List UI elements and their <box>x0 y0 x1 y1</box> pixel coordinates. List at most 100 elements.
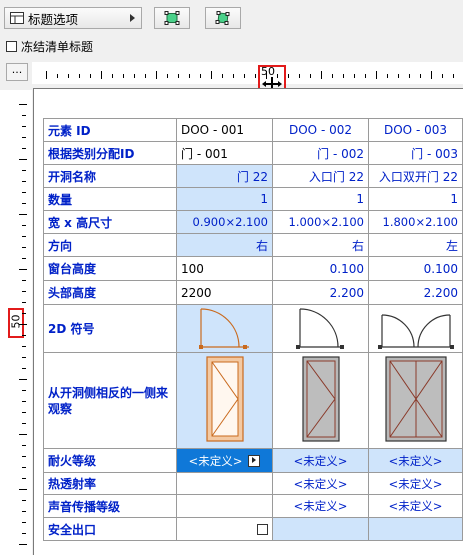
ruler-tick <box>22 390 26 391</box>
header-size: 宽 x 高尺寸 <box>43 210 177 234</box>
more-options-button[interactable]: ... <box>6 63 28 81</box>
ruler-tick <box>112 74 113 78</box>
cell-acoustic-2[interactable]: <未定义> <box>272 494 369 518</box>
cell-quantity-2[interactable]: 1 <box>272 187 369 211</box>
schedule-table: 元素 ID DOO - 001 DOO - 002 DOO - 003 根据类别… <box>43 118 463 541</box>
cell-by-category-id-3[interactable]: 门 - 003 <box>368 141 463 165</box>
ruler-tick <box>22 401 26 402</box>
table-row: 数量 1 1 1 <box>43 187 463 211</box>
freeze-headers-checkbox[interactable] <box>6 41 17 52</box>
ruler-tick <box>22 148 26 149</box>
ruler-tick <box>46 71 47 79</box>
ruler-tick <box>22 258 26 259</box>
ruler-tick <box>398 74 399 78</box>
table-header-icon <box>10 12 24 24</box>
cell-head-2[interactable]: 2.200 <box>272 280 369 305</box>
ruler-tick <box>22 368 26 369</box>
header-opening-name: 开洞名称 <box>43 164 177 188</box>
ruler-tick <box>68 74 69 78</box>
cell-thermal-3[interactable]: <未定义> <box>368 472 463 495</box>
cell-fire-1[interactable]: <未定义> <box>176 448 273 473</box>
cell-by-category-id-2[interactable]: 门 - 002 <box>272 141 369 165</box>
title-options-dropdown[interactable]: 标题选项 <box>4 7 142 29</box>
selection-frame-icon <box>164 11 180 25</box>
cell-head-3[interactable]: 2.200 <box>368 280 463 305</box>
cell-direction-2[interactable]: 右 <box>272 233 369 257</box>
cell-quantity-3[interactable]: 1 <box>368 187 463 211</box>
cell-fire-2[interactable]: <未定义> <box>272 448 369 473</box>
header-thermal: 热透射率 <box>43 472 177 495</box>
cell-elevation-1[interactable] <box>176 352 273 449</box>
emergency-exit-checkbox[interactable] <box>257 524 268 535</box>
cell-acoustic-3[interactable]: <未定义> <box>368 494 463 518</box>
table-row: 头部高度 2200 2.200 2.200 <box>43 280 463 305</box>
cell-thermal-2[interactable]: <未定义> <box>272 472 369 495</box>
ruler-tick <box>409 74 410 78</box>
dropdown-arrow-icon <box>130 14 135 22</box>
ruler-tick <box>22 346 26 347</box>
ruler-tick <box>19 104 27 105</box>
ruler-tick <box>22 225 26 226</box>
cell-size-3[interactable]: 1.800×2.100 <box>368 210 463 234</box>
cell-size-1[interactable]: 0.900×2.100 <box>176 210 273 234</box>
cell-2d-symbol-2[interactable] <box>272 304 369 353</box>
edit-shape-button[interactable] <box>205 7 241 29</box>
cell-head-1[interactable]: 2200 <box>176 280 273 305</box>
ruler-tick <box>277 74 278 78</box>
ruler-tick <box>211 71 212 79</box>
cell-element-id-2[interactable]: DOO - 002 <box>272 118 369 142</box>
ruler-tick <box>90 74 91 78</box>
cell-thermal-1[interactable] <box>176 472 273 495</box>
ruler-tick <box>299 74 300 78</box>
freeze-headers-row[interactable]: 冻结清单标题 <box>6 38 93 55</box>
fit-selection-button[interactable] <box>154 7 190 29</box>
cell-exit-1[interactable] <box>176 517 273 541</box>
cell-exit-2[interactable] <box>272 517 369 541</box>
ruler-tick <box>156 71 157 79</box>
cell-acoustic-1[interactable] <box>176 494 273 518</box>
cell-fire-3[interactable]: <未定义> <box>368 448 463 473</box>
cell-sill-2[interactable]: 0.100 <box>272 256 369 281</box>
cell-opening-name-1[interactable]: 门 22 <box>176 164 273 188</box>
ruler-tick <box>57 74 58 78</box>
ruler-tick <box>442 74 443 78</box>
cell-size-2[interactable]: 1.000×2.100 <box>272 210 369 234</box>
cell-opening-name-2[interactable]: 入口门 22 <box>272 164 369 188</box>
polygon-edit-icon <box>215 11 230 25</box>
cell-quantity-1[interactable]: 1 <box>176 187 273 211</box>
ruler-tick <box>310 74 311 78</box>
cell-element-id-1[interactable]: DOO - 001 <box>176 118 273 142</box>
double-door-elevation-icon <box>384 356 447 442</box>
ruler-tick <box>321 71 322 79</box>
cell-2d-symbol-1[interactable] <box>176 304 273 353</box>
vertical-ruler[interactable]: 50 <box>0 90 32 555</box>
ruler-tick <box>123 74 124 78</box>
cell-elevation-3[interactable] <box>368 352 463 449</box>
ruler-tick <box>178 74 179 78</box>
cell-opening-name-3[interactable]: 入口双开门 22 <box>368 164 463 188</box>
horizontal-ruler[interactable]: 50 <box>32 62 463 94</box>
cell-2d-symbol-3[interactable] <box>368 304 463 353</box>
cell-sill-1[interactable]: 100 <box>176 256 273 281</box>
ruler-tick <box>22 126 26 127</box>
ruler-tick <box>22 181 26 182</box>
cell-direction-3[interactable]: 左 <box>368 233 463 257</box>
ruler-tick <box>22 533 26 534</box>
dropdown-arrow-icon[interactable] <box>248 455 261 467</box>
cell-by-category-id-1[interactable]: 门 - 001 <box>176 141 273 165</box>
ruler-tick <box>19 269 27 270</box>
cell-sill-3[interactable]: 0.100 <box>368 256 463 281</box>
freeze-headers-label: 冻结清单标题 <box>21 40 94 54</box>
door-elevation-icon <box>301 356 340 442</box>
cell-exit-3[interactable] <box>368 517 463 541</box>
door-swing-icon <box>295 308 344 349</box>
cell-element-id-3[interactable]: DOO - 003 <box>368 118 463 142</box>
ruler-tick <box>22 456 26 457</box>
cell-elevation-2[interactable] <box>272 352 369 449</box>
ruler-tick <box>22 313 26 314</box>
ruler-tick <box>222 74 223 78</box>
ruler-tick <box>22 500 26 501</box>
ruler-tick <box>22 423 26 424</box>
ruler-tick <box>431 71 432 79</box>
cell-direction-1[interactable]: 右 <box>176 233 273 257</box>
